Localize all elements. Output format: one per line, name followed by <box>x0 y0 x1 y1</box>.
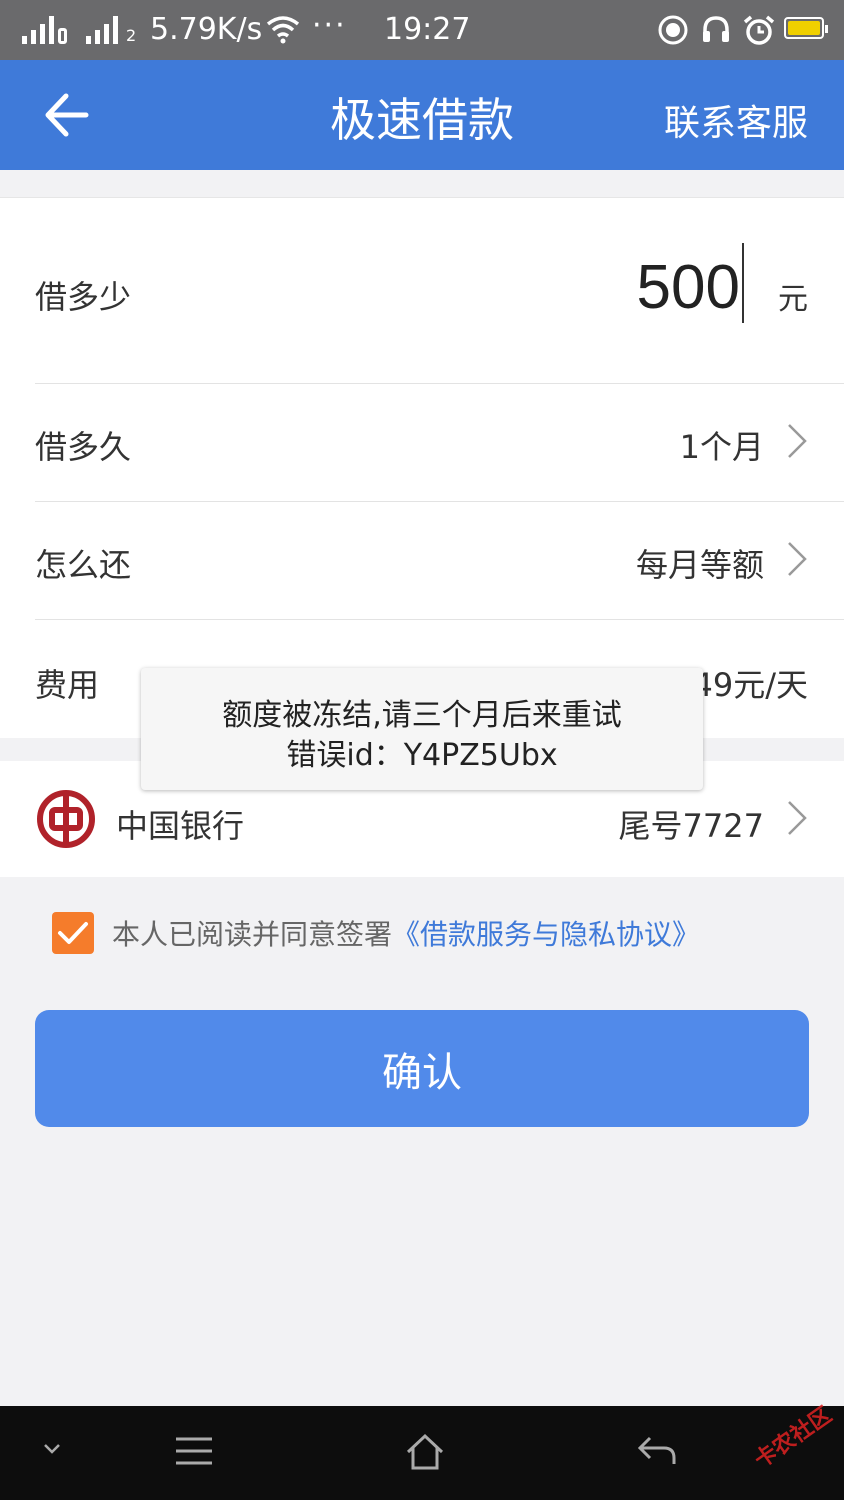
term-label: 借多久 <box>35 428 132 466</box>
term-row[interactable]: 借多久 1个月 <box>35 384 844 502</box>
location-icon <box>658 15 688 45</box>
amount-row[interactable]: 借多少 500 元 <box>35 198 844 384</box>
fee-value: 49元/天 <box>692 666 808 704</box>
bank-name: 中国银行 <box>116 807 245 845</box>
agreement-text: 本人已阅读并同意签署 <box>112 918 393 951</box>
agreement-row: 本人已阅读并同意签署 《借款服务与隐私协议》 <box>52 912 700 954</box>
wifi-icon <box>266 16 300 44</box>
checkmark-icon <box>58 922 88 944</box>
chevron-right-icon <box>788 424 807 458</box>
home-icon[interactable] <box>404 1432 446 1472</box>
repayment-value: 每月等额 <box>635 546 764 584</box>
more-icon: ··· <box>312 8 347 43</box>
clock: 19:27 <box>384 12 471 47</box>
sim-badge: 2 <box>126 26 137 45</box>
text-cursor <box>742 243 744 323</box>
amount-label: 借多少 <box>35 278 132 316</box>
signal-icon <box>22 14 67 44</box>
app-header: 极速借款 联系客服 <box>0 60 844 170</box>
signal-icon: 2 <box>86 14 136 44</box>
status-bar: 2 5.79K/s ··· 19:27 <box>0 0 844 60</box>
back-icon[interactable] <box>636 1434 678 1468</box>
loan-form: 借多少 500 元 借多久 1个月 怎么还 每月等额 费用 49元/天 <box>0 197 844 738</box>
agreement-link[interactable]: 《借款服务与隐私协议》 <box>392 913 700 953</box>
repayment-row[interactable]: 怎么还 每月等额 <box>35 502 844 620</box>
toast-error-id: 错误id：Y4PZ5Ubx <box>286 738 558 773</box>
error-toast: 额度被冻结,请三个月后来重试 错误id：Y4PZ5Ubx <box>141 668 703 790</box>
agreement-checkbox[interactable] <box>52 912 94 954</box>
term-value: 1个月 <box>679 428 764 466</box>
chevron-down-icon[interactable] <box>42 1442 62 1456</box>
confirm-button[interactable]: 确认 <box>35 1010 809 1127</box>
repayment-label: 怎么还 <box>35 546 132 584</box>
menu-icon[interactable] <box>174 1434 214 1468</box>
toast-message: 额度被冻结,请三个月后来重试 <box>222 698 622 733</box>
amount-unit: 元 <box>778 282 808 317</box>
chevron-right-icon <box>788 801 807 835</box>
headset-icon <box>703 16 729 42</box>
fee-label: 费用 <box>35 666 100 704</box>
card-tail-number: 尾号7727 <box>618 807 764 845</box>
chevron-right-icon <box>788 542 807 576</box>
network-speed: 5.79K/s <box>150 12 263 47</box>
system-nav-bar <box>0 1406 844 1500</box>
battery-icon <box>784 17 828 39</box>
bank-of-china-logo-icon <box>37 790 95 848</box>
contact-service-button[interactable]: 联系客服 <box>664 94 808 146</box>
alarm-icon <box>743 15 775 45</box>
amount-input[interactable]: 500 <box>637 252 740 323</box>
